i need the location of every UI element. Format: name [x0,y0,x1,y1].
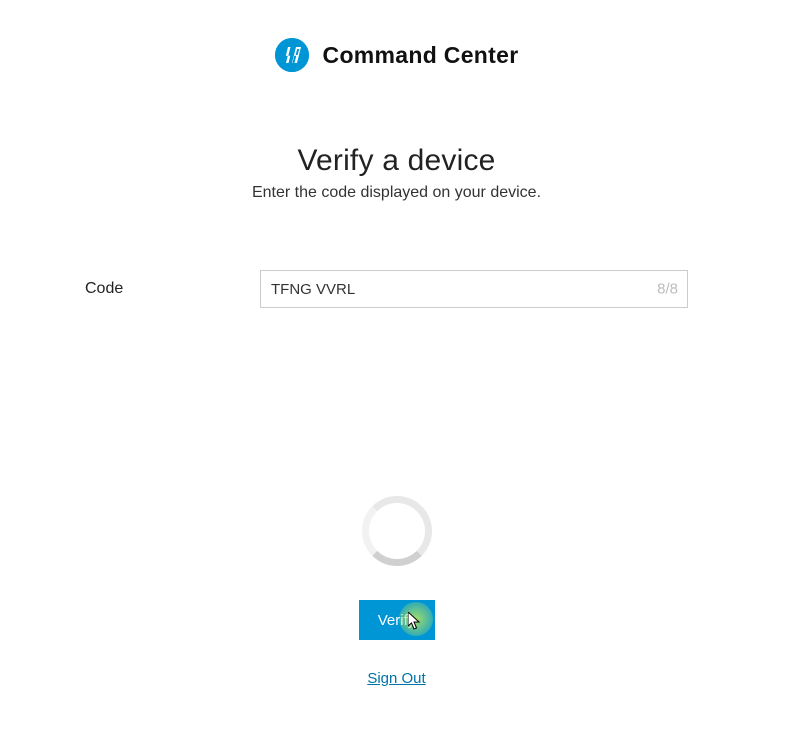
hp-logo-icon [275,38,309,72]
loading-spinner-icon [362,496,432,566]
code-char-count: 8/8 [657,281,678,298]
code-input-wrap: 8/8 [260,270,688,308]
verify-button-label: Verify [378,612,416,629]
verify-button[interactable]: Verify [359,600,435,640]
app-header: Command Center [0,38,793,72]
code-form-row: Code 8/8 [0,270,793,308]
code-label: Code [85,280,260,298]
page-title: Verify a device [0,144,793,178]
code-input[interactable] [260,270,688,308]
page-subtitle: Enter the code displayed on your device. [0,184,793,202]
sign-out-link[interactable]: Sign Out [367,670,425,687]
main-content: Verify a device Enter the code displayed… [0,144,793,687]
app-title: Command Center [323,42,519,69]
